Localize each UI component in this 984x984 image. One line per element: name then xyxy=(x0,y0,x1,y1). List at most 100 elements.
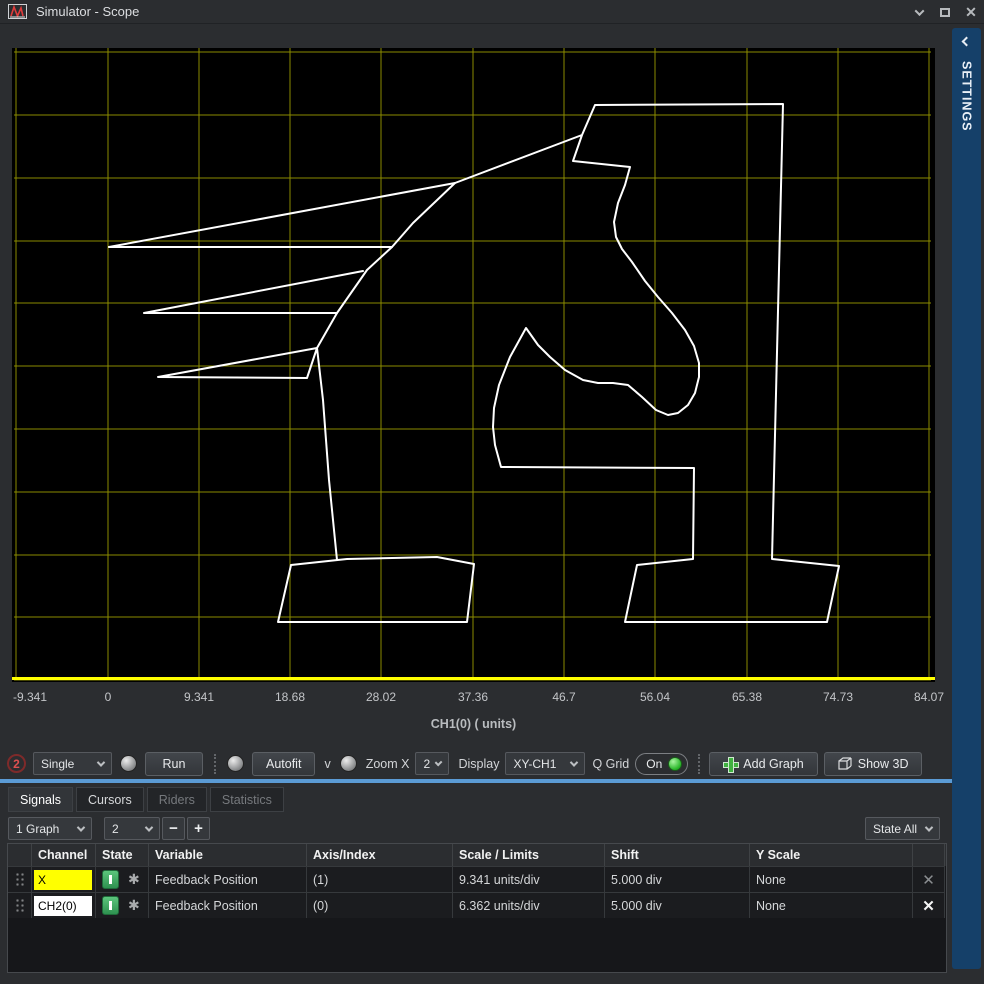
graph-count-value: 1 Graph xyxy=(16,822,59,836)
header-y-scale: Y Scale xyxy=(750,844,913,866)
add-graph-label: Add Graph xyxy=(743,757,803,771)
display-label: Display xyxy=(458,757,499,771)
chevron-down-icon xyxy=(97,758,105,766)
x-tick-label: 18.68 xyxy=(275,690,305,704)
table-row: X ✱ Feedback Position (1) 9.341 units/di… xyxy=(8,866,946,892)
state-toggle-button[interactable] xyxy=(102,896,119,915)
run-status-led xyxy=(120,755,137,772)
scope-toolbar: 2 Single Run Autofit v Zoom X 2 Display … xyxy=(0,749,950,778)
app-window: Simulator - Scope ✕ -9.34109.34118.6828.… xyxy=(0,0,984,984)
scope-plot[interactable] xyxy=(12,48,935,682)
header-shift: Shift xyxy=(605,844,750,866)
window-title: Simulator - Scope xyxy=(36,4,139,19)
row-cell xyxy=(8,892,32,918)
qgrid-toggle[interactable]: On xyxy=(635,753,688,775)
x-tick-label: 56.04 xyxy=(640,690,670,704)
header-actions xyxy=(913,844,945,866)
xy-trace-canvas xyxy=(12,48,935,682)
autofit-button[interactable]: Autofit xyxy=(252,752,315,776)
graph-count-select[interactable]: 1 Graph xyxy=(8,817,92,840)
signals-panel: Channel State Variable Axis/Index Scale … xyxy=(7,843,947,973)
close-icon[interactable]: ✕ xyxy=(913,871,944,889)
asterisk-icon[interactable]: ✱ xyxy=(128,897,140,914)
state-toggle-button[interactable] xyxy=(102,870,119,889)
tab-cursors[interactable]: Cursors xyxy=(76,787,144,812)
settings-side-tab[interactable]: SETTINGS xyxy=(952,28,981,969)
window-maximize-button[interactable] xyxy=(936,3,954,21)
zoomx-select[interactable]: 2 xyxy=(415,752,449,775)
settings-tab-label: SETTINGS xyxy=(960,61,974,132)
row-cell: CH2(0) xyxy=(32,892,96,918)
header-state: State xyxy=(96,844,149,866)
window-collapse-button[interactable] xyxy=(910,3,928,21)
run-button[interactable]: Run xyxy=(145,752,203,776)
row-cell xyxy=(8,866,32,892)
x-tick-label: 37.36 xyxy=(458,690,488,704)
x-tick-label: -9.341 xyxy=(13,690,47,704)
chevron-down-icon xyxy=(925,823,933,831)
shift-cell[interactable]: 5.000 div xyxy=(605,866,750,892)
header-variable: Variable xyxy=(149,844,307,866)
y-scale-cell[interactable]: None xyxy=(750,866,913,892)
chevron-down-icon xyxy=(914,6,924,16)
shift-cell[interactable]: 5.000 div xyxy=(605,892,750,918)
signal-count-select[interactable]: 2 xyxy=(104,817,160,840)
zoomx-status-led xyxy=(340,755,357,772)
qgrid-label: Q Grid xyxy=(592,757,629,771)
chevron-down-icon xyxy=(570,758,578,766)
remove-signal-button[interactable]: − xyxy=(162,817,185,840)
variable-cell[interactable]: Feedback Position xyxy=(149,866,307,892)
tab-statistics[interactable]: Statistics xyxy=(210,787,284,812)
window-close-button[interactable]: ✕ xyxy=(962,3,980,21)
variable-cell[interactable]: Feedback Position xyxy=(149,892,307,918)
chevron-down-icon xyxy=(145,823,153,831)
trace-neck-and-front-leg xyxy=(317,183,455,560)
tab-signals[interactable]: Signals xyxy=(8,787,73,812)
drag-handle-icon[interactable] xyxy=(15,898,25,913)
display-select[interactable]: XY-CH1 xyxy=(505,752,585,775)
trigger-mode-value: Single xyxy=(41,757,74,771)
app-waveform-icon xyxy=(8,4,27,19)
y-scale-cell[interactable]: None xyxy=(750,892,913,918)
close-icon[interactable]: ✕ xyxy=(913,897,944,915)
scale-limits-cell[interactable]: 6.362 units/div xyxy=(453,892,605,918)
x-axis-title: CH1(0) ( units) xyxy=(12,717,935,731)
maximize-icon xyxy=(940,8,950,17)
trace-knight-outline xyxy=(109,104,839,622)
add-signal-button[interactable]: + xyxy=(187,817,210,840)
x-tick-label: 28.02 xyxy=(366,690,396,704)
drag-handle-icon[interactable] xyxy=(15,872,25,887)
cube-icon xyxy=(838,757,852,771)
add-graph-button[interactable]: Add Graph xyxy=(709,752,817,776)
channel-field[interactable]: X xyxy=(34,870,92,890)
x-axis-tick-labels: -9.34109.34118.6828.0237.3646.756.0465.3… xyxy=(0,690,950,706)
x-tick-label: 9.341 xyxy=(184,690,214,704)
qgrid-on-led xyxy=(668,757,682,771)
table-row: CH2(0) ✱ Feedback Position (0) 6.362 uni… xyxy=(8,892,946,918)
header-channel: Channel xyxy=(32,844,96,866)
scale-limits-cell[interactable]: 9.341 units/div xyxy=(453,866,605,892)
titlebar: Simulator - Scope ✕ xyxy=(0,0,984,24)
header-scale-limits: Scale / Limits xyxy=(453,844,605,866)
axis-index-cell[interactable]: (1) xyxy=(307,866,453,892)
tab-riders[interactable]: Riders xyxy=(147,787,207,812)
autofit-caret[interactable]: v xyxy=(324,757,330,771)
chevron-down-icon xyxy=(77,823,85,831)
row-cell: ✕ xyxy=(913,866,945,892)
asterisk-icon[interactable]: ✱ xyxy=(128,871,140,888)
show-3d-button[interactable]: Show 3D xyxy=(824,752,923,776)
scope-count-badge: 2 xyxy=(7,754,26,773)
row-cell: ✕ xyxy=(913,892,945,918)
trace-mane-spike-2 xyxy=(144,271,363,313)
chevron-down-icon xyxy=(435,758,443,766)
panel-splitter[interactable] xyxy=(0,779,952,783)
qgrid-state: On xyxy=(646,757,662,771)
trigger-mode-select[interactable]: Single xyxy=(33,752,112,775)
signal-count-value: 2 xyxy=(112,822,119,836)
toolbar-separator xyxy=(214,754,216,774)
channel-field[interactable]: CH2(0) xyxy=(34,896,92,916)
x-tick-label: 84.07 xyxy=(914,690,944,704)
state-all-select[interactable]: State All xyxy=(865,817,940,840)
axis-index-cell[interactable]: (0) xyxy=(307,892,453,918)
autofit-status-led xyxy=(227,755,244,772)
